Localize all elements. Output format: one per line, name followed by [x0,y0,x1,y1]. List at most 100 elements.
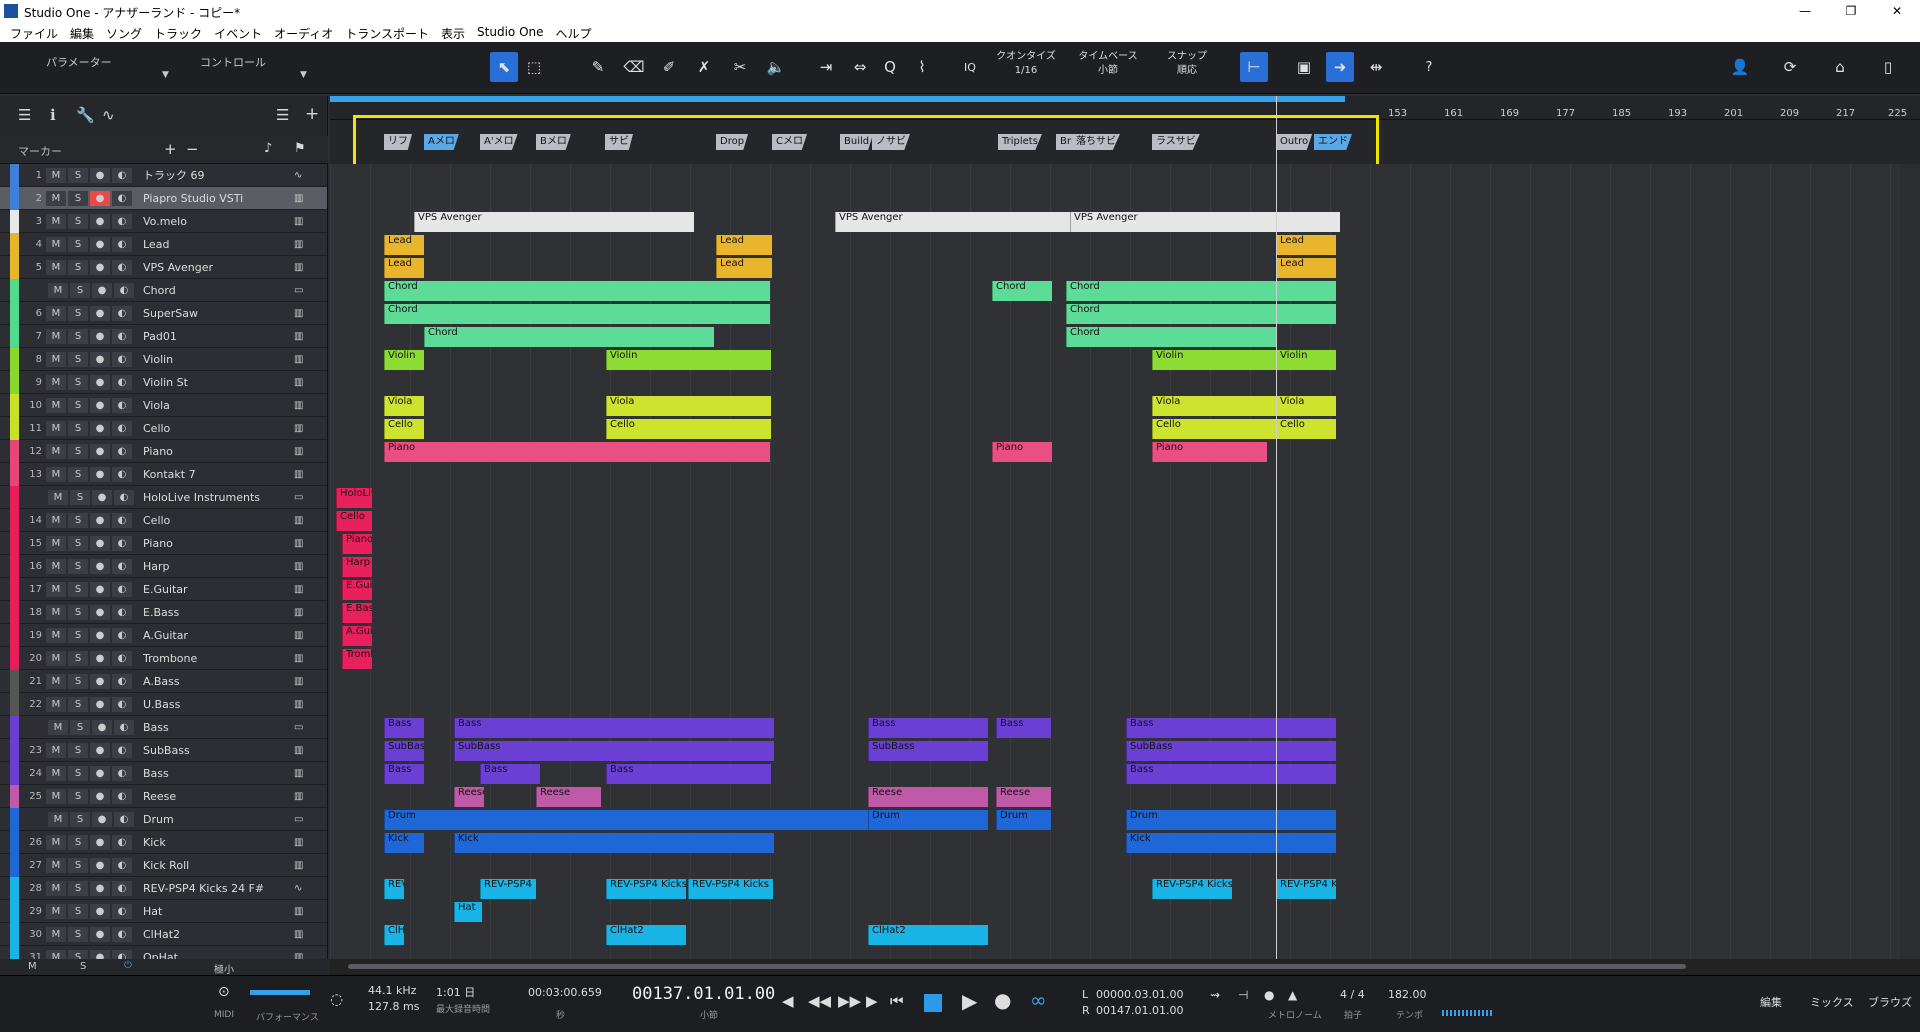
monitor-icon[interactable]: ◐ [112,651,132,666]
menu-audio[interactable]: オーディオ [268,22,339,42]
range-tool-icon[interactable]: ⬚ [520,52,548,82]
track-name[interactable]: VPS Avenger [143,261,213,274]
monitor-icon[interactable]: ◐ [114,283,134,298]
mute-button[interactable]: M [46,214,66,229]
event-clip[interactable]: Bass [454,718,774,738]
track-name[interactable]: Trombone [143,652,197,665]
event-clip[interactable]: Hat [454,902,482,922]
solo-button[interactable]: S [68,904,88,919]
snap-dropdown[interactable]: スナップ 順応 [1162,50,1212,78]
track-name[interactable]: Kick [143,836,166,849]
record-arm-icon[interactable]: ● [90,766,110,781]
remove-marker-icon[interactable]: − [186,140,199,158]
monitor-icon[interactable]: ◐ [112,674,132,689]
monitor-icon[interactable]: ◐ [112,513,132,528]
mute-button[interactable]: M [46,237,66,252]
solo-button[interactable]: S [68,513,88,528]
home-icon[interactable]: ⌂ [1826,52,1854,82]
event-clip[interactable]: Drum [1126,810,1336,830]
monitor-icon[interactable]: ◐ [114,490,134,505]
track-row[interactable]: 5 M S ● ◐ VPS Avenger ▥ [0,256,327,279]
event-clip[interactable]: Lead [384,258,424,278]
monitor-icon[interactable]: ◐ [112,904,132,919]
track-name[interactable]: Viola [143,399,170,412]
event-clip[interactable]: Bass [868,718,988,738]
event-clip[interactable]: Violin [606,350,771,370]
monitor-icon[interactable]: ◐ [112,697,132,712]
record-arm-icon[interactable]: ● [92,720,112,735]
event-clip[interactable]: Chord [1066,327,1276,347]
track-name[interactable]: Cello [143,514,170,527]
mute-button[interactable]: M [46,352,66,367]
record-arm-icon[interactable]: ● [90,789,110,804]
track-name[interactable]: Piano [143,445,173,458]
follow-icon[interactable]: ➜ [1326,52,1354,82]
monitor-icon[interactable]: ◐ [114,720,134,735]
record-arm-icon[interactable]: ● [90,168,110,183]
event-clip[interactable]: REV-PSP4 Kicks 24 F# [480,879,536,899]
horizontal-scrollbar[interactable] [330,959,1920,975]
mute-button[interactable]: M [46,766,66,781]
track-row[interactable]: 29 M S ● ◐ Hat ▥ [0,900,327,923]
event-clip[interactable]: ClHat2 [384,925,404,945]
event-clip[interactable]: Violin [1152,350,1282,370]
arrangement-view[interactable]: VPS Avenger VPS Avenger VPS Avenger Lead Lea… [330,164,1900,959]
track-name[interactable]: A.Guitar [143,629,188,642]
record-arm-icon[interactable]: ● [90,191,110,206]
note-icon[interactable]: ♪ [264,141,272,156]
event-clip[interactable]: Reese [536,787,601,807]
menu-event[interactable]: イベント [208,22,268,42]
event-clip[interactable]: SubBass [1126,741,1336,761]
quantize-icon[interactable]: Q [876,52,904,82]
solo-button[interactable]: S [68,421,88,436]
event-clip[interactable]: Viola [606,396,771,416]
solo-button[interactable]: S [68,559,88,574]
track-row[interactable]: M S ● ◐ Chord ▭ [0,279,327,302]
solo-button[interactable]: S [68,835,88,850]
iq-button[interactable]: IQ [956,52,984,82]
solo-button[interactable]: S [68,789,88,804]
event-clip[interactable]: A.Guitar [342,626,372,646]
paint-tool-icon[interactable]: ✐ [655,52,683,82]
track-name[interactable]: Bass [143,767,169,780]
track-name[interactable]: ClHat2 [143,928,180,941]
event-clip[interactable]: Trombone [342,649,372,669]
mute-button[interactable]: M [46,789,66,804]
track-name[interactable]: REV-PSP4 Kicks 24 F# [143,882,264,895]
record-arm-icon[interactable]: ● [90,904,110,919]
record-arm-icon[interactable]: ● [90,651,110,666]
event-clip[interactable]: REV-PSP4 Kicks 24 F# [384,879,404,899]
event-clip[interactable]: Lead [384,235,424,255]
monitor-icon[interactable]: ◐ [112,536,132,551]
chevron-down-icon[interactable]: ▼ [162,70,169,80]
solo-button[interactable]: S [68,191,88,206]
solo-button[interactable]: S [68,444,88,459]
split-tool-icon[interactable]: ✂ [726,52,754,82]
monitor-icon[interactable]: ◐ [112,789,132,804]
event-clip[interactable]: Kick [384,833,424,853]
track-row[interactable]: 20 M S ● ◐ Trombone ▥ [0,647,327,670]
record-arm-icon[interactable]: ● [90,628,110,643]
event-clip[interactable]: Kick [1126,833,1336,853]
track-row[interactable]: 3 M S ● ◐ Vo.melo ▥ [0,210,327,233]
track-row[interactable]: 15 M S ● ◐ Piano ▥ [0,532,327,555]
monitor-icon[interactable]: ◐ [112,260,132,275]
track-row[interactable]: M S ● ◐ Drum ▭ [0,808,327,831]
mute-button[interactable]: M [46,743,66,758]
event-clip[interactable]: Lead [1276,258,1336,278]
monitor-icon[interactable]: ◐ [112,306,132,321]
menu-icon[interactable]: ☰ [276,106,289,124]
event-clip[interactable]: Bass [384,718,424,738]
record-arm-icon[interactable]: ● [90,536,110,551]
mute-button[interactable]: M [46,858,66,873]
event-clip[interactable]: Cello [336,511,372,531]
event-clip[interactable]: Chord [1066,281,1336,301]
track-name[interactable]: Violin [143,353,173,366]
loop-icon[interactable]: ∞ [1030,988,1047,1012]
record-arm-icon[interactable]: ● [90,605,110,620]
record-arm-icon[interactable]: ● [90,513,110,528]
arrow-tool-icon[interactable]: ⬉ [490,52,518,82]
track-row[interactable]: 30 M S ● ◐ ClHat2 ▥ [0,923,327,946]
track-name[interactable]: Kontakt 7 [143,468,196,481]
mute-button[interactable]: M [46,835,66,850]
